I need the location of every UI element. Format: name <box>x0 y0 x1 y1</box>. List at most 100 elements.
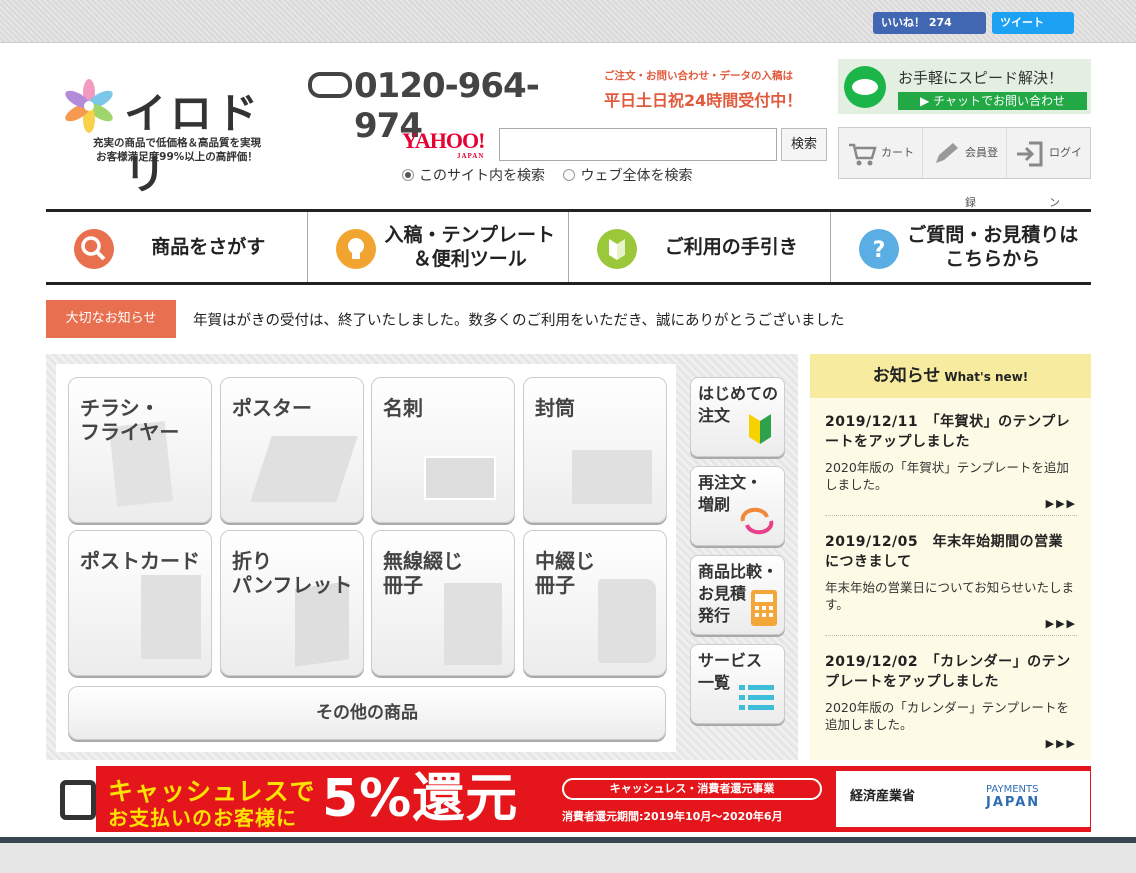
poster-illustration <box>250 436 358 502</box>
news-header: お知らせ What's new! <box>810 354 1091 398</box>
lightbulb-icon <box>335 229 376 269</box>
news-more-arrow[interactable]: ▶▶▶ <box>825 617 1077 635</box>
side-link-reorder[interactable]: 再注文・ 増刷 <box>690 466 785 546</box>
side-link-quote[interactable]: 商品比較・ お見積 発行 <box>690 555 785 635</box>
tweet-button[interactable]: ツイート <box>992 12 1074 34</box>
product-flyer[interactable]: チラシ・ フライヤー <box>68 377 212 523</box>
product-pamphlet[interactable]: 折り パンフレット <box>220 530 364 676</box>
product-saddle-stitch[interactable]: 中綴じ 冊子 <box>523 530 667 676</box>
news-item[interactable]: 2019/12/05 年末年始期間の営業につきまして 年末年始の営業日についてお… <box>825 532 1077 636</box>
news-item-title[interactable]: 2019/12/11 「年賀状」のテンプレートをアップしました <box>825 412 1077 452</box>
question-icon: ? <box>858 229 899 269</box>
site-logo[interactable]: イロドリ 充実の商品で低価格＆高品質を実現 お客様満足度99%以上の高評価！ <box>62 74 292 198</box>
nav-search-products[interactable]: 商品をさがす <box>46 212 308 282</box>
news-item[interactable]: 2019/12/02 「カレンダー」のテンプレートをアップしました 2020年版… <box>825 652 1077 755</box>
nav-label: ご質問・お見積りは こちらから <box>907 224 1079 270</box>
nav-templates[interactable]: 入稿・テンプレート ＆便利ツール <box>308 212 569 282</box>
tagline-line-1: 充実の商品で低価格＆高品質を実現 <box>93 137 261 149</box>
hours-note-line-1: ご注文・お問い合わせ・データの入稿は <box>604 70 793 82</box>
news-more-arrow[interactable]: ▶▶▶ <box>825 737 1077 755</box>
news-item-title[interactable]: 2019/12/02 「カレンダー」のテンプレートをアップしました <box>825 652 1077 692</box>
footer-bg <box>0 843 1136 873</box>
beginner-mark-icon <box>597 229 637 269</box>
news-more-arrow[interactable]: ▶▶▶ <box>825 497 1077 515</box>
radio-web-label: ウェブ全体を検索 <box>580 168 693 184</box>
cart-link[interactable]: カート <box>839 128 923 178</box>
product-label: チラシ・ フライヤー <box>80 396 180 444</box>
reload-icon <box>740 507 774 535</box>
phone-number[interactable]: 0120-964-974 <box>308 66 600 146</box>
product-business-card[interactable]: 名刺 <box>371 377 515 523</box>
product-label: 封筒 <box>535 396 575 420</box>
nav-label: ご利用の手引き <box>664 236 798 258</box>
login-link[interactable]: ログイン <box>1007 128 1090 209</box>
yahoo-logo-text: YAHOO! <box>402 128 485 153</box>
envelope-icon <box>572 450 652 504</box>
login-icon <box>1017 141 1043 167</box>
main-nav: 商品をさがす 入稿・テンプレート ＆便利ツール ご利用の手引き ? ご質問・お見… <box>46 209 1091 285</box>
product-postcard[interactable]: ポストカード <box>68 530 212 676</box>
register-label: 会員登録 <box>965 146 998 209</box>
nav-faq-quote[interactable]: ? ご質問・お見積りは こちらから <box>831 212 1092 282</box>
freedial-icon <box>308 72 352 98</box>
side-link-first-order[interactable]: はじめての 注文 <box>690 377 785 457</box>
tagline-line-2: お客様満足度99%以上の高評価！ <box>96 151 258 163</box>
radio-web-indicator[interactable] <box>563 169 576 181</box>
account-links: カート 会員登録 ログイン <box>838 127 1091 209</box>
news-panel: お知らせ What's new! 2019/12/11 「年賀状」のテンプレートを… <box>810 354 1091 760</box>
chat-banner[interactable]: お手軽にスピード解決！ ▶ チャットでお問い合わせ <box>838 59 1091 114</box>
calculator-icon <box>751 590 777 626</box>
nav-label: 入稿・テンプレート ＆便利ツール <box>384 224 555 270</box>
product-poster[interactable]: ポスター <box>220 377 364 523</box>
radio-site[interactable]: このサイト内を検索 <box>402 168 545 184</box>
banner-pill: キャッシュレス・消費者還元事業 <box>562 778 822 800</box>
banner-line-2: お支払いのお客様に <box>108 806 297 830</box>
product-envelope[interactable]: 封筒 <box>523 377 667 523</box>
news-item-body: 2020年版の「年賀状」テンプレートを追加しました。 <box>825 460 1069 492</box>
login-label: ログイン <box>1049 146 1082 209</box>
product-label: 名刺 <box>383 396 423 420</box>
banner-period: 消費者還元期間:2019年10月〜2020年6月 <box>562 810 783 823</box>
side-link-services[interactable]: サービス 一覧 <box>690 644 785 724</box>
nav-label: 商品をさがす <box>151 236 266 258</box>
radio-web[interactable]: ウェブ全体を検索 <box>563 168 692 184</box>
cart-label: カート <box>881 146 914 159</box>
search-button[interactable]: 検索 <box>781 128 827 161</box>
cashless-check-icon <box>46 766 96 832</box>
news-item-body: 2020年版の「カレンダー」テンプレートを追加しました。 <box>825 700 1069 732</box>
notice-text[interactable]: 年賀はがきの受付は、終了いたしました。数多くのご利用をいただき、誠にありがとうご… <box>193 309 844 330</box>
chat-button[interactable]: ▶ チャットでお問い合わせ <box>898 92 1087 110</box>
search-input[interactable] <box>499 128 777 161</box>
news-subtitle: What's new! <box>944 370 1029 384</box>
banner-big-text: 5%還元 <box>322 769 519 829</box>
news-title: お知らせ <box>872 366 941 386</box>
pj-line-2: JAPAN <box>986 795 1041 810</box>
radio-site-indicator[interactable] <box>402 169 414 181</box>
search-area: YAHOO! JAPAN 検索 このサイト内を検索 ウェブ全体を検索 <box>402 127 827 189</box>
radio-site-label: このサイト内を検索 <box>419 168 545 184</box>
chat-title: お手軽にスピード解決！ <box>898 69 1064 87</box>
other-products-button[interactable]: その他の商品 <box>68 686 666 740</box>
news-item-title[interactable]: 2019/12/05 年末年始期間の営業につきまして <box>825 532 1077 572</box>
cashless-banner[interactable]: キャッシュレスで お支払いのお客様に 5%還元 キャッシュレス・消費者還元事業 … <box>46 766 1091 832</box>
chat-bubble-icon <box>844 66 886 108</box>
news-item-body: 年末年始の営業日についてお知らせいたします。 <box>825 580 1075 612</box>
cart-icon <box>849 143 877 166</box>
notice-tag: 大切なお知らせ <box>46 300 176 338</box>
product-label: 中綴じ 冊子 <box>535 549 595 597</box>
register-link[interactable]: 会員登録 <box>923 128 1007 209</box>
nav-guide[interactable]: ご利用の手引き <box>569 212 831 282</box>
facebook-like-button[interactable]: いいね！ 274 <box>873 12 986 34</box>
search-scope: このサイト内を検索 ウェブ全体を検索 <box>402 165 706 185</box>
magnifier-icon <box>74 229 114 269</box>
product-perfect-bound[interactable]: 無線綴じ 冊子 <box>371 530 515 676</box>
logo-tagline: 充実の商品で低価格＆高品質を実現 お客様満足度99%以上の高評価！ <box>62 136 292 164</box>
logo-flower-icon <box>65 79 113 133</box>
news-item[interactable]: 2019/12/11 「年賀状」のテンプレートをアップしました 2020年版の「… <box>825 412 1077 516</box>
postcard-illustration <box>141 575 201 659</box>
svg-text:?: ? <box>872 238 885 263</box>
banner-logos: 経済産業省 PAYMENTS JAPAN <box>836 771 1090 827</box>
booklet-illustration <box>598 579 656 663</box>
list-icon <box>739 685 774 710</box>
yahoo-logo-sub: JAPAN <box>457 152 485 160</box>
